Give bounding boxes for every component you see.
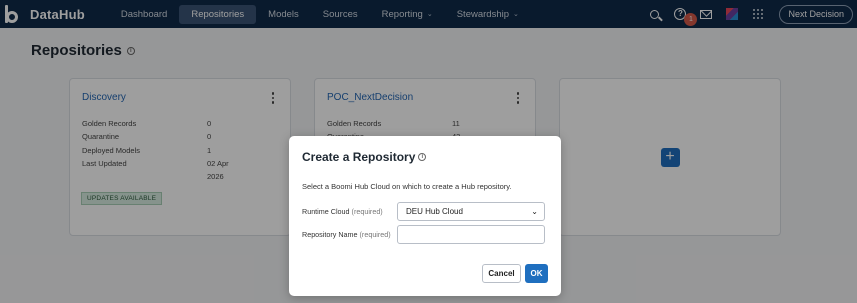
required-hint: (required): [359, 230, 391, 239]
chevron-down-icon: ⌄: [531, 207, 538, 216]
dialog-title-text: Create a Repository: [302, 150, 416, 164]
create-repository-dialog: Create a Repository i Select a Boomi Hub…: [289, 136, 561, 296]
selected-value: DEU Hub Cloud: [406, 207, 463, 216]
runtime-cloud-row: Runtime Cloud (required) DEU Hub Cloud ⌄: [302, 202, 545, 221]
dialog-description: Select a Boomi Hub Cloud on which to cre…: [302, 182, 512, 191]
ok-button[interactable]: OK: [525, 264, 548, 283]
runtime-cloud-select[interactable]: DEU Hub Cloud ⌄: [397, 202, 545, 221]
repository-name-label: Repository Name (required): [302, 230, 397, 239]
label-text: Repository Name: [302, 230, 358, 239]
dialog-title: Create a Repository i: [302, 150, 427, 164]
runtime-cloud-label: Runtime Cloud (required): [302, 207, 397, 216]
cancel-button[interactable]: Cancel: [482, 264, 521, 283]
label-text: Runtime Cloud: [302, 207, 350, 216]
repository-name-input[interactable]: [397, 225, 545, 244]
info-icon[interactable]: i: [418, 153, 427, 161]
repository-name-row: Repository Name (required): [302, 225, 545, 244]
required-hint: (required): [351, 207, 383, 216]
